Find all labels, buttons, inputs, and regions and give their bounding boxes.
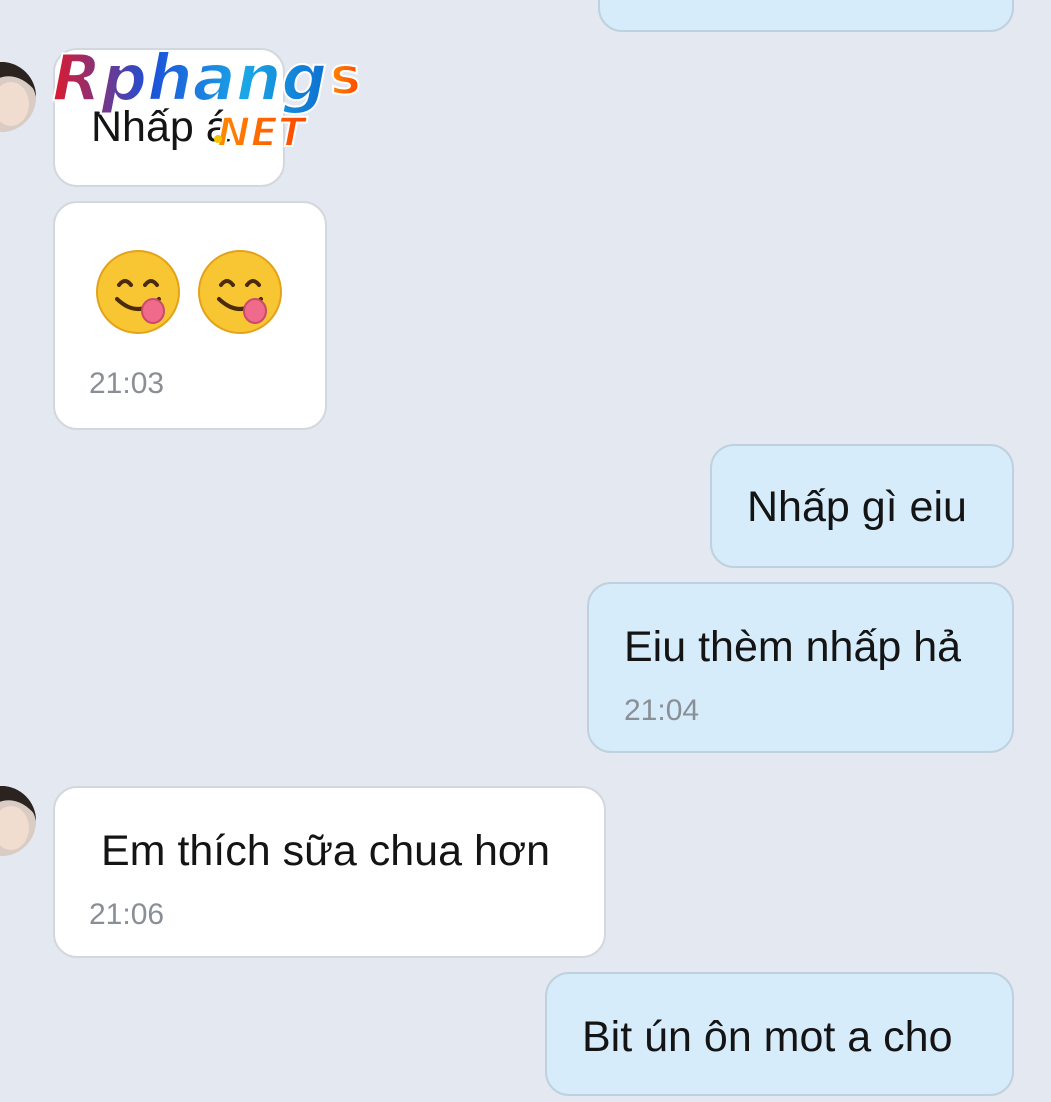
svg-text:NET: NET <box>217 110 308 153</box>
message-bubble-outgoing[interactable]: Eiu thèm nhấp hả 21:04 <box>587 582 1014 753</box>
rphangs-logo-icon: Rphang s NET <box>51 41 362 157</box>
face-savoring-food-icon <box>96 250 180 334</box>
message-bubble-outgoing[interactable]: Bit ún ôn mot a cho <box>545 972 1014 1096</box>
contact-avatar[interactable] <box>0 62 36 132</box>
contact-avatar[interactable] <box>0 786 36 856</box>
message-timestamp: 21:06 <box>89 898 165 931</box>
message-bubble-outgoing[interactable]: Nhấp gì eiu <box>710 444 1014 568</box>
svg-text:s: s <box>330 47 361 107</box>
avatar-image <box>0 62 36 132</box>
face-savoring-food-icon <box>198 250 282 334</box>
message-timestamp: 21:03 <box>89 367 165 400</box>
message-text: Eiu thèm nhấp hả <box>624 623 962 671</box>
message-bubble-incoming-emoji[interactable]: 21:03 <box>53 201 327 430</box>
message-text: Nhấp gì eiu <box>747 483 967 531</box>
watermark-logo: Rphang s NET <box>51 38 372 157</box>
message-timestamp: 21:04 <box>624 694 700 727</box>
message-bubble-incoming[interactable]: Em thích sữa chua hơn 21:06 <box>53 786 606 958</box>
message-text: Bit ún ôn mot a cho <box>582 1013 953 1061</box>
svg-text:Rphang: Rphang <box>52 42 327 116</box>
avatar-image <box>0 786 36 856</box>
chat-thread[interactable]: Nhấp á Rphang s NET 21:03 Nhấp gì eiu Ei… <box>0 0 1051 1102</box>
message-bubble-outgoing-partial[interactable] <box>598 0 1014 32</box>
message-text: Em thích sữa chua hơn <box>101 827 550 875</box>
